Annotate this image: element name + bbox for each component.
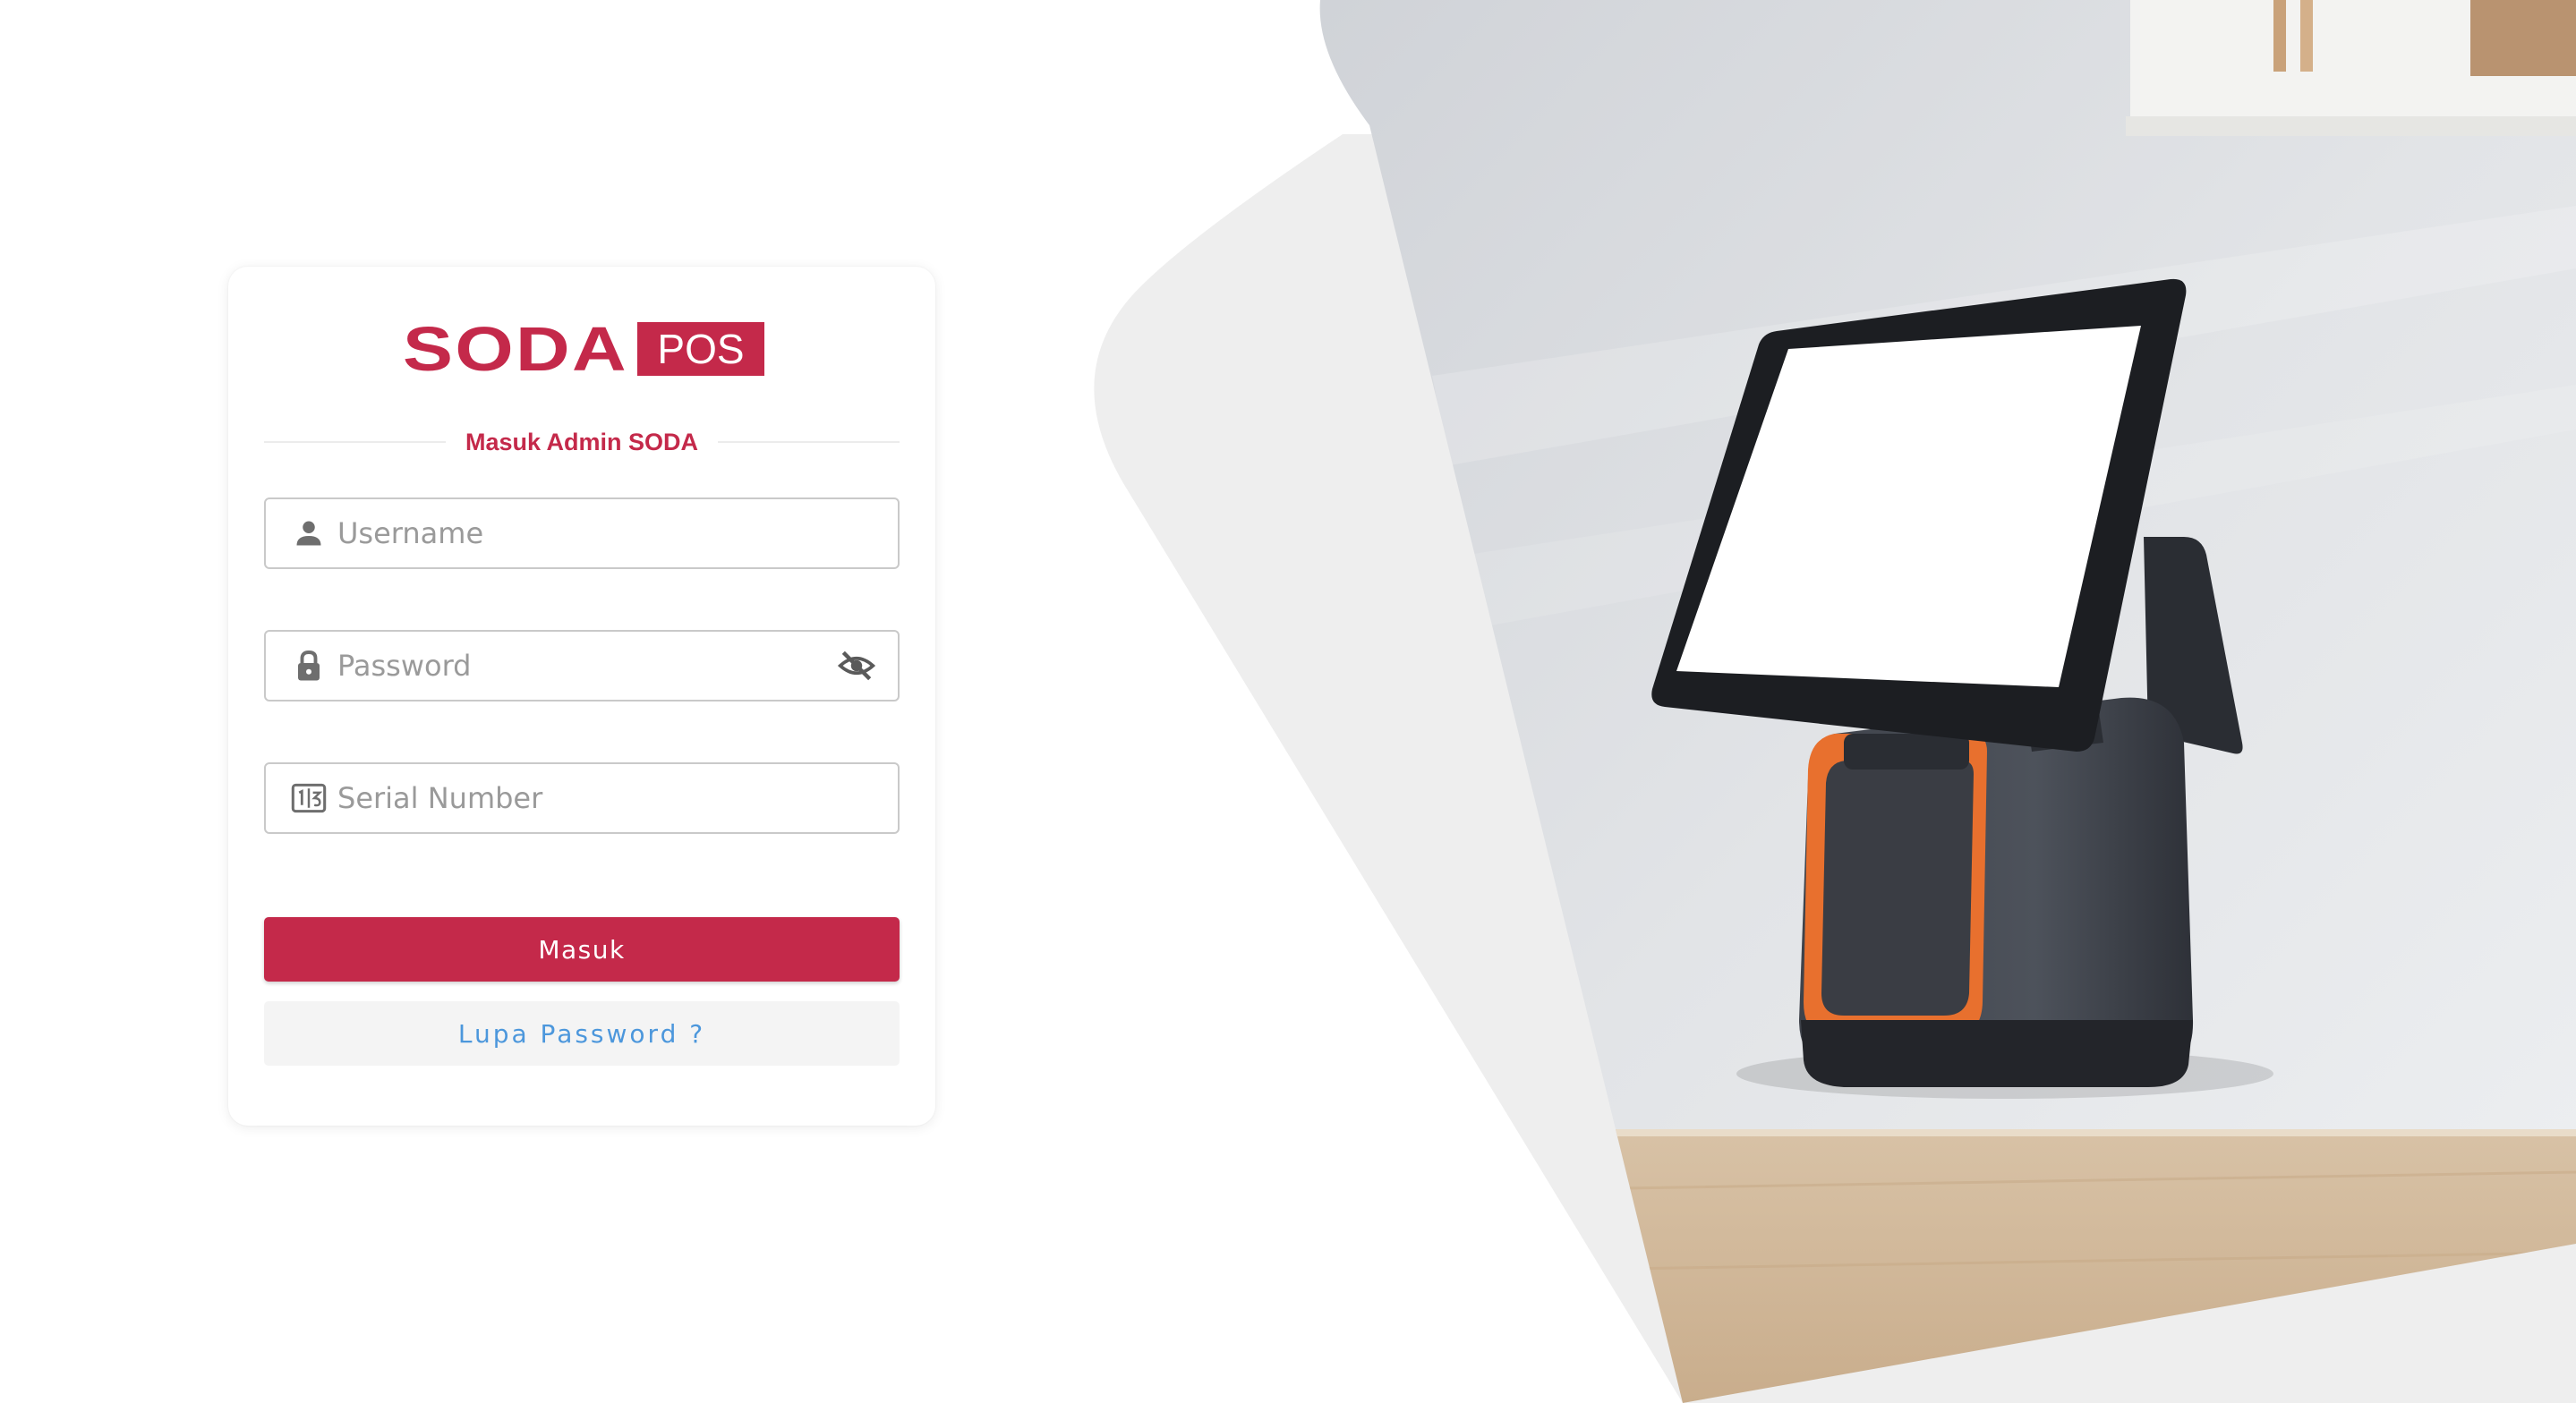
login-card: SODA POS Masuk Admin SODA Username Seria… <box>228 267 935 1126</box>
login-title-divider: Masuk Admin SODA <box>264 417 900 467</box>
user-icon <box>291 515 327 551</box>
password-input[interactable] <box>337 634 835 697</box>
soda-pos-logo: SODA POS <box>403 320 764 378</box>
serial-number-icon <box>291 780 327 816</box>
serial-number-field[interactable] <box>264 762 900 834</box>
lock-icon <box>291 648 327 684</box>
username-field[interactable] <box>264 497 900 569</box>
divider-line-left <box>264 441 446 443</box>
svg-text:POS: POS <box>657 326 744 372</box>
serial-number-input[interactable] <box>337 767 898 829</box>
password-field[interactable] <box>264 630 900 702</box>
login-title: Masuk Admin SODA <box>465 428 699 455</box>
login-page: SODA POS Masuk Admin SODA Username Seria… <box>0 0 2576 1403</box>
forgot-password-button[interactable]: Lupa Password ? <box>264 1001 900 1066</box>
username-input[interactable] <box>337 502 898 565</box>
divider-line-right <box>718 441 900 443</box>
svg-text:SODA: SODA <box>403 320 628 378</box>
login-button[interactable]: Masuk <box>264 917 900 982</box>
eye-off-icon[interactable] <box>835 644 878 687</box>
